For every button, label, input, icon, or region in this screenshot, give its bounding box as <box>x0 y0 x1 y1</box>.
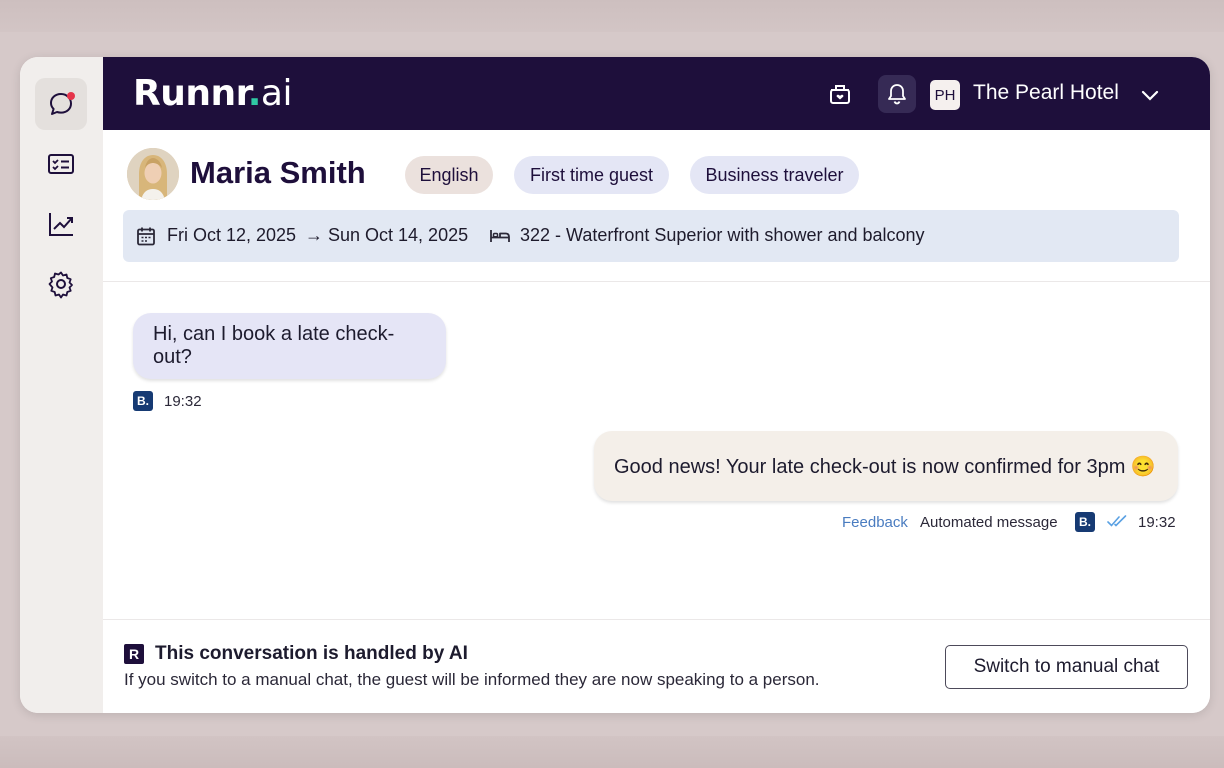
runnr-logo[interactable]: Runnr.ai <box>133 73 292 114</box>
guest-name: Maria Smith <box>190 155 366 190</box>
stay-details-bar: Fri Oct 12, 2025 → Sun Oct 14, 2025 322 … <box>123 210 1179 262</box>
booking-channel-icon: B. <box>1075 512 1095 532</box>
guest-avatar <box>127 148 179 200</box>
bell-icon <box>888 84 906 105</box>
room-details: 322 - Waterfront Superior with shower an… <box>520 225 925 245</box>
sidebar-item-tasks[interactable] <box>35 138 87 190</box>
tag-language: English <box>405 156 493 194</box>
unread-dot <box>67 92 75 100</box>
header-divider <box>103 281 1210 282</box>
outgoing-message-bubble: Good news! Your late check-out is now co… <box>594 431 1178 501</box>
booking-channel-icon: B. <box>133 391 153 411</box>
automated-message-label: Automated message <box>920 514 1058 531</box>
logo-suffix: ai <box>260 73 293 114</box>
incoming-message-time: 19:32 <box>164 393 202 410</box>
incoming-message-text: Hi, can I book a late check-out? <box>153 323 395 368</box>
notifications-button[interactable] <box>878 75 916 113</box>
ai-handled-subtitle: If you switch to a manual chat, the gues… <box>124 670 820 689</box>
trend-chart-icon <box>49 213 73 236</box>
tag-first-time-guest: First time guest <box>514 156 669 194</box>
chevron-down-icon[interactable] <box>1139 84 1161 106</box>
sidebar-item-conversations[interactable] <box>35 78 87 130</box>
hotel-name[interactable]: The Pearl Hotel <box>973 81 1119 105</box>
date-arrow: → <box>305 225 323 245</box>
tag-business-traveler: Business traveler <box>690 156 859 194</box>
runnr-badge-icon: R <box>124 644 144 664</box>
logo-main: Runnr <box>133 73 248 114</box>
gear-icon <box>48 271 73 299</box>
feedback-link[interactable]: Feedback <box>842 514 908 531</box>
sidebar <box>20 57 103 713</box>
top-bar: Runnr.ai PH The Pearl Hotel <box>103 57 1210 130</box>
check-out-date: Sun Oct 14, 2025 <box>328 225 469 245</box>
hotel-avatar[interactable]: PH <box>930 80 960 110</box>
logo-dot: . <box>247 73 262 114</box>
gift-box-icon <box>830 85 850 104</box>
gift-button[interactable] <box>821 75 859 113</box>
double-check-icon <box>1107 515 1127 527</box>
ai-handled-title: This conversation is handled by AI <box>155 643 468 664</box>
bed-icon <box>490 230 510 242</box>
outgoing-message-text: Good news! Your late check-out is now co… <box>614 455 1156 478</box>
outgoing-message-time: 19:32 <box>1138 514 1176 531</box>
incoming-message-bubble: Hi, can I book a late check-out? <box>133 313 446 379</box>
switch-to-manual-chat-button[interactable]: Switch to manual chat <box>945 645 1188 689</box>
app-window: Runnr.ai PH The Pearl Hotel Maria Smith … <box>20 57 1210 713</box>
calendar-icon <box>137 227 155 246</box>
check-in-date: Fri Oct 12, 2025 <box>167 225 297 245</box>
sidebar-item-analytics[interactable] <box>35 198 87 250</box>
sidebar-item-settings[interactable] <box>35 258 87 310</box>
checklist-icon <box>48 154 74 174</box>
